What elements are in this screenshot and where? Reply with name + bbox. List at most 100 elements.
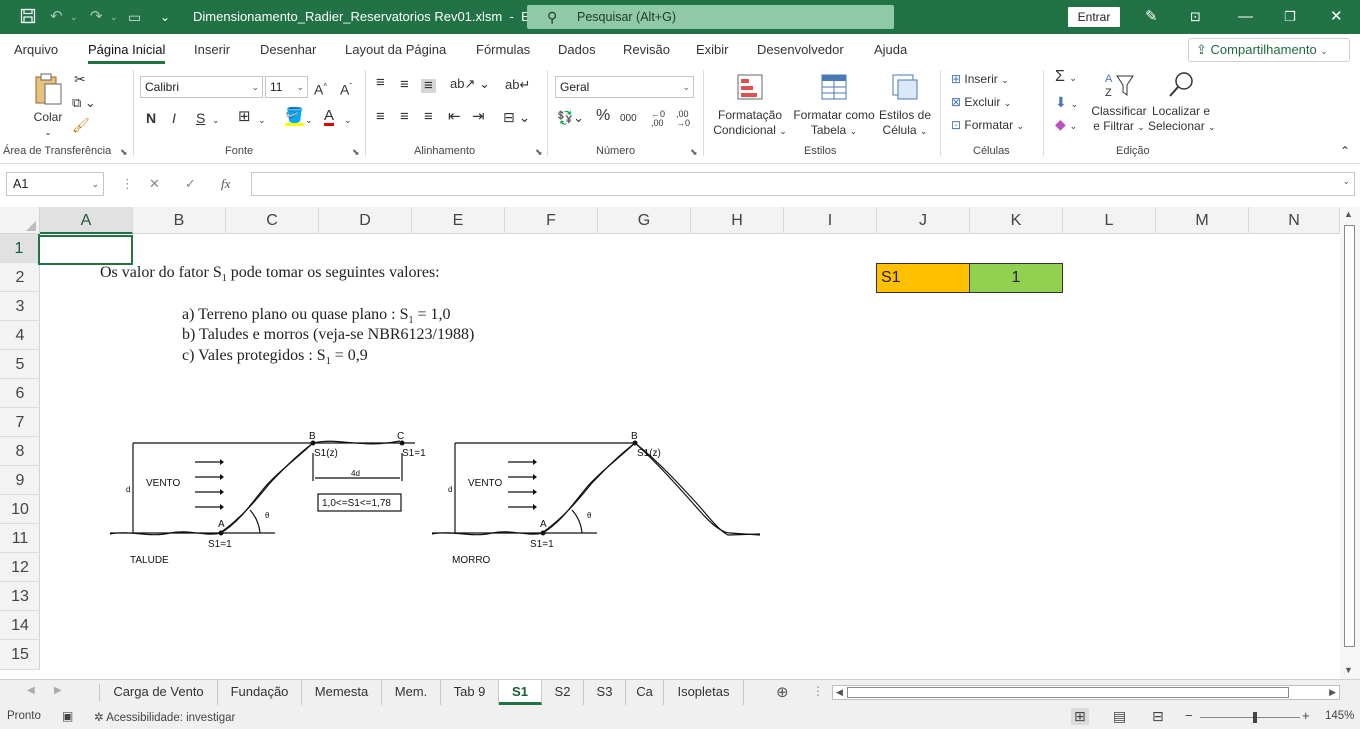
autosum-icon[interactable]: Σ ⌄ bbox=[1055, 69, 1077, 85]
chevron-down-icon[interactable]: ⌄ bbox=[305, 113, 313, 127]
delete-cells-button[interactable]: ⊠ Excluir ⌄ bbox=[951, 95, 1011, 110]
column-header-h[interactable]: H bbox=[691, 207, 784, 234]
row-header-8[interactable]: 8 bbox=[0, 437, 40, 466]
font-color-icon[interactable]: A bbox=[324, 108, 335, 126]
decrease-indent-icon[interactable]: ⇤ bbox=[448, 109, 461, 124]
page-break-view-icon[interactable]: ⊟ bbox=[1152, 708, 1164, 725]
conditional-formatting-button[interactable]: Formatação Condicional ⌄ bbox=[712, 72, 788, 139]
row-header-10[interactable]: 10 bbox=[0, 495, 40, 524]
active-cell-a1[interactable] bbox=[38, 235, 133, 265]
insert-cells-button[interactable]: ⊞ Inserir ⌄ bbox=[951, 72, 1009, 87]
thousands-separator-icon[interactable]: 000 bbox=[620, 112, 637, 126]
copy-icon[interactable]: ⧉ ⌄ bbox=[72, 96, 96, 110]
column-header-m[interactable]: M bbox=[1156, 207, 1249, 234]
accessibility-status[interactable]: ✲ Acessibilidade: investigar bbox=[94, 710, 235, 724]
column-header-d[interactable]: D bbox=[319, 207, 412, 234]
clear-icon[interactable]: ◆ ⌄ bbox=[1055, 117, 1077, 133]
font-grow-icon[interactable]: A^ bbox=[314, 80, 327, 97]
select-all-corner[interactable] bbox=[0, 207, 40, 234]
dialog-launcher-icon[interactable]: ⬊ bbox=[120, 147, 128, 158]
tab-split-icon[interactable]: ⋮ bbox=[812, 684, 824, 698]
horizontal-scrollbar[interactable]: ◀ ▶ bbox=[832, 685, 1340, 700]
number-format-select[interactable]: Geral ⌄ bbox=[555, 76, 694, 98]
fill-color-icon[interactable]: 🪣 bbox=[285, 108, 304, 126]
sheet-tab-s3[interactable]: S3 bbox=[584, 680, 626, 705]
cut-icon[interactable]: ✂ bbox=[74, 72, 86, 86]
find-select-button[interactable]: Localizar e Selecionar ⌄ bbox=[1148, 70, 1216, 135]
sheet-tab-s2[interactable]: S2 bbox=[542, 680, 584, 705]
tab-desenvolvedor[interactable]: Desenvolvedor bbox=[757, 42, 844, 57]
row-header-1[interactable]: 1 bbox=[0, 234, 40, 263]
row-header-6[interactable]: 6 bbox=[0, 379, 40, 408]
share-button[interactable]: ⇪ Compartilhamento ⌄ bbox=[1188, 38, 1350, 62]
formula-input[interactable]: ⌄ bbox=[251, 172, 1355, 196]
confirm-entry-icon[interactable]: ✓ bbox=[185, 176, 196, 192]
comment-icon[interactable]: ▭ bbox=[128, 8, 141, 26]
row-header-2[interactable]: 2 bbox=[0, 263, 40, 292]
sheet-tab-ca[interactable]: Ca bbox=[626, 680, 664, 705]
align-bottom-icon[interactable]: ≡ bbox=[421, 78, 436, 93]
orientation-icon[interactable]: ab↗ ⌄ bbox=[450, 77, 490, 91]
zoom-out-icon[interactable]: − bbox=[1185, 708, 1193, 723]
horizontal-scroll-thumb[interactable] bbox=[847, 687, 1289, 698]
row-header-15[interactable]: 15 bbox=[0, 640, 40, 670]
tab-arquivo[interactable]: Arquivo bbox=[14, 42, 58, 57]
column-header-c[interactable]: C bbox=[226, 207, 319, 234]
align-right-icon[interactable]: ≡ bbox=[424, 109, 433, 124]
format-painter-icon[interactable]: 🖌 bbox=[72, 118, 90, 132]
redo-dropdown-icon[interactable]: ⌄ bbox=[110, 8, 118, 26]
italic-button[interactable]: I bbox=[172, 111, 176, 125]
minimize-icon[interactable]: — bbox=[1238, 8, 1253, 26]
search-box[interactable]: ⚲ Pesquisar (Alt+G) bbox=[527, 5, 894, 29]
row-header-7[interactable]: 7 bbox=[0, 408, 40, 437]
column-header-e[interactable]: E bbox=[412, 207, 505, 234]
format-as-table-button[interactable]: Formatar como Tabela ⌄ bbox=[792, 72, 876, 139]
undo-icon[interactable]: ↶ bbox=[50, 8, 63, 26]
sheet-tab-s1[interactable]: S1 bbox=[499, 680, 542, 705]
sheet-tab-isopletas[interactable]: Isopletas bbox=[664, 680, 744, 705]
macro-recorder-icon[interactable]: ▣ bbox=[62, 709, 73, 723]
restore-icon[interactable]: ❐ bbox=[1284, 8, 1296, 26]
column-header-f[interactable]: F bbox=[505, 207, 598, 234]
tab-exibir[interactable]: Exibir bbox=[696, 42, 729, 57]
paste-button[interactable]: Colar ⌄ bbox=[30, 72, 66, 140]
expand-formula-icon[interactable]: ⌄ bbox=[1342, 176, 1350, 187]
page-layout-view-icon[interactable]: ▤ bbox=[1113, 708, 1126, 725]
tab-dados[interactable]: Dados bbox=[558, 42, 596, 57]
underline-button[interactable]: S bbox=[196, 111, 205, 125]
zoom-level[interactable]: 145% bbox=[1325, 710, 1354, 722]
zoom-slider-thumb[interactable] bbox=[1253, 712, 1257, 723]
column-header-g[interactable]: G bbox=[598, 207, 691, 234]
cell-j2[interactable]: S1 bbox=[876, 263, 970, 293]
close-icon[interactable]: ✕ bbox=[1330, 8, 1343, 26]
row-header-13[interactable]: 13 bbox=[0, 582, 40, 611]
column-header-j[interactable]: J bbox=[877, 207, 970, 234]
chevron-down-icon[interactable]: ⌄ bbox=[344, 113, 352, 127]
redo-icon[interactable]: ↷ bbox=[90, 8, 103, 26]
tab-pagina-inicial[interactable]: Página Inicial bbox=[88, 42, 166, 64]
scroll-up-icon[interactable]: ▲ bbox=[1344, 209, 1353, 219]
cell-styles-button[interactable]: Estilos de Célula ⌄ bbox=[878, 72, 932, 139]
row-header-5[interactable]: 5 bbox=[0, 350, 40, 379]
percent-icon[interactable]: % bbox=[596, 108, 610, 124]
format-cells-button[interactable]: ⊡ Formatar ⌄ bbox=[951, 118, 1024, 133]
vertical-scrollbar[interactable]: ▲ ▼ bbox=[1340, 207, 1360, 679]
decrease-decimal-icon[interactable]: ,00 →0 bbox=[676, 110, 690, 128]
tab-inserir[interactable]: Inserir bbox=[194, 42, 230, 57]
sort-filter-button[interactable]: AZ Classificar e Filtrar ⌄ bbox=[1090, 70, 1148, 135]
cell-k2[interactable]: 1 bbox=[969, 263, 1063, 293]
ribbon-display-icon[interactable]: ⊡ bbox=[1190, 8, 1201, 26]
row-header-4[interactable]: 4 bbox=[0, 321, 40, 350]
sheet-tab-tab9[interactable]: Tab 9 bbox=[441, 680, 499, 705]
increase-indent-icon[interactable]: ⇥ bbox=[472, 109, 485, 124]
bold-button[interactable]: N bbox=[146, 111, 156, 125]
column-header-i[interactable]: I bbox=[784, 207, 877, 234]
chevron-down-icon[interactable]: ⌄ bbox=[258, 113, 266, 127]
dialog-launcher-icon[interactable]: ⬊ bbox=[690, 147, 698, 158]
cancel-entry-icon[interactable]: ✕ bbox=[149, 176, 160, 192]
font-shrink-icon[interactable]: Aˇ bbox=[340, 80, 352, 97]
add-sheet-icon[interactable]: ⊕ bbox=[776, 683, 789, 701]
tab-revisao[interactable]: Revisão bbox=[623, 42, 670, 57]
tab-ajuda[interactable]: Ajuda bbox=[874, 42, 907, 57]
column-header-k[interactable]: K bbox=[970, 207, 1063, 234]
